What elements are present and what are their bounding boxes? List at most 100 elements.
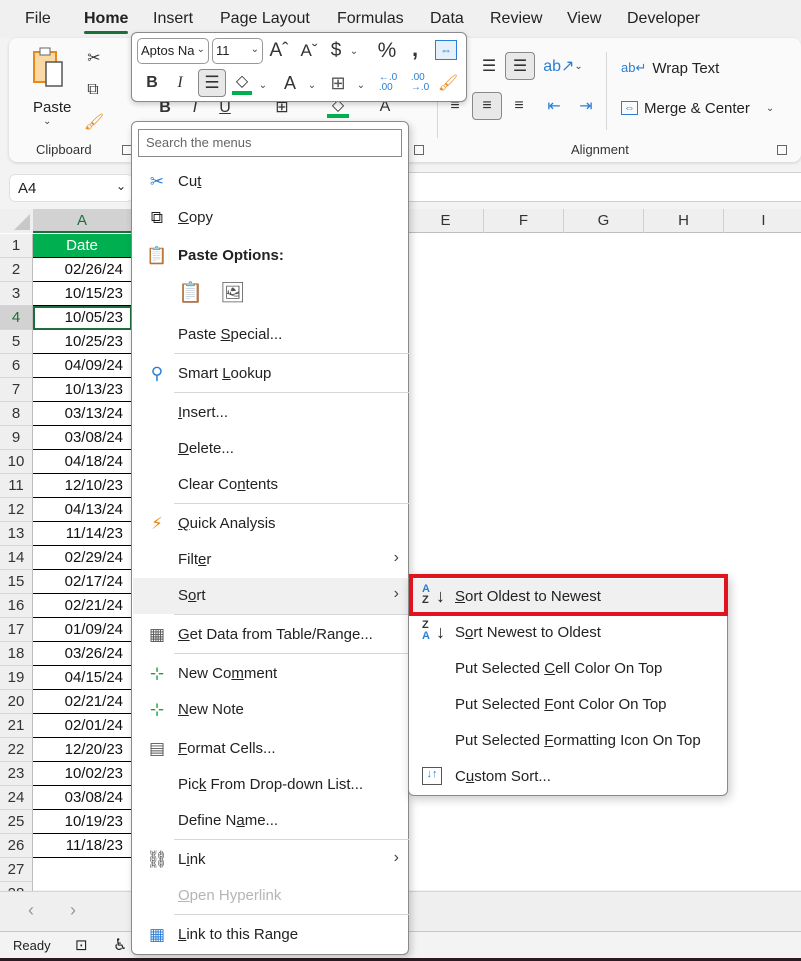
chevron-down-icon[interactable]: ⌄ <box>258 77 268 93</box>
date-cell[interactable]: 02/29/24 <box>33 546 132 570</box>
menu-item-new-note[interactable]: ⊹ New Note <box>133 692 409 728</box>
chevron-down-icon[interactable]: ⌄ <box>356 77 366 93</box>
submenu-item-cell-color[interactable]: Put Selected Cell Color On Top <box>410 651 728 687</box>
menu-item-pick-list[interactable]: Pick From Drop-down List... <box>133 767 409 803</box>
formula-bar[interactable] <box>408 172 801 202</box>
date-cell[interactable]: 11/14/23 <box>33 522 132 546</box>
row-header[interactable]: 16 <box>0 594 33 618</box>
paste-keep-formatting-icon[interactable]: 📋 <box>178 280 203 305</box>
date-cell[interactable]: 04/13/24 <box>33 498 132 522</box>
row-header[interactable]: 12 <box>0 498 33 522</box>
menu-item-define-name[interactable]: Define Name... <box>133 803 409 839</box>
paste-picture-icon[interactable]: 🖼 <box>220 280 245 305</box>
tab-page-layout[interactable]: Page Layout <box>220 10 310 28</box>
scroll-tabs-right-icon[interactable]: › <box>70 900 76 921</box>
alignment-dialog-launcher-icon[interactable] <box>777 145 787 155</box>
chevron-down-icon[interactable]: ⌄ <box>349 43 359 59</box>
row-header[interactable]: 3 <box>0 282 33 306</box>
copy-icon[interactable]: ⧉ <box>81 78 105 102</box>
row-header[interactable]: 13 <box>0 522 33 546</box>
align-bottom-icon[interactable]: ☰ <box>505 52 535 80</box>
row-header[interactable]: 23 <box>0 762 33 786</box>
scroll-tabs-left-icon[interactable]: ‹ <box>28 900 34 921</box>
italic-button[interactable]: I <box>172 71 188 95</box>
row-header[interactable]: 22 <box>0 738 33 762</box>
chevron-down-icon[interactable]: ⌄ <box>307 77 317 93</box>
font-size-select[interactable]: 11 ⌄ <box>212 38 263 64</box>
paste-button[interactable]: Paste ⌄ <box>31 46 71 127</box>
date-cell[interactable]: 12/10/23 <box>33 474 132 498</box>
submenu-item-newest-oldest[interactable]: Z A ↓ Sort Newest to Oldest <box>410 615 728 651</box>
font-dialog-launcher-icon[interactable] <box>414 145 424 155</box>
menu-item-paste-options[interactable]: 📋 Paste Options: <box>133 238 409 274</box>
merge-icon[interactable]: ⇔ <box>435 40 457 60</box>
date-cell[interactable]: 02/21/24 <box>33 594 132 618</box>
column-header-a[interactable]: A <box>33 209 132 233</box>
row-header[interactable]: 18 <box>0 642 33 666</box>
accessibility-icon[interactable]: ♿ <box>113 935 127 955</box>
increase-indent-icon[interactable]: ⇥ <box>574 94 598 118</box>
row-header[interactable]: 14 <box>0 546 33 570</box>
row-header[interactable]: 2 <box>0 258 33 282</box>
row-header[interactable]: 8 <box>0 402 33 426</box>
column-header-g[interactable]: G <box>564 209 644 233</box>
orientation-icon[interactable]: ab↗ ⌄ <box>543 54 583 78</box>
row-header[interactable]: 10 <box>0 450 33 474</box>
tab-home[interactable]: Home <box>84 10 129 34</box>
comma-style-icon[interactable]: , <box>408 36 422 61</box>
tab-developer[interactable]: Developer <box>627 10 700 28</box>
column-header-f[interactable]: F <box>484 209 564 233</box>
row-header[interactable]: 19 <box>0 666 33 690</box>
row-header[interactable]: 26 <box>0 834 33 858</box>
wrap-text-button[interactable]: ab↵ Wrap Text <box>621 56 719 80</box>
menu-item-new-comment[interactable]: ⊹ New Comment <box>133 656 409 692</box>
column-header-e[interactable]: E <box>408 209 484 233</box>
row-header[interactable]: 1 <box>0 234 33 258</box>
date-cell[interactable]: 01/09/24 <box>33 618 132 642</box>
tab-data[interactable]: Data <box>430 10 464 28</box>
format-painter-icon[interactable]: 🖌 <box>82 110 106 134</box>
menu-item-link[interactable]: ⛓ Link › <box>133 842 409 878</box>
menu-item-paste-special[interactable]: Paste Special... <box>133 317 409 353</box>
row-header[interactable]: 24 <box>0 786 33 810</box>
date-cell[interactable]: 02/01/24 <box>33 714 132 738</box>
submenu-item-oldest-newest[interactable]: A Z ↓ Sort Oldest to Newest <box>410 579 728 615</box>
submenu-item-font-color[interactable]: Put Selected Font Color On Top <box>410 687 728 723</box>
decrease-indent-icon[interactable]: ⇤ <box>542 94 566 118</box>
center-align-button[interactable]: ☰ <box>198 69 226 97</box>
date-cell[interactable]: 11/18/23 <box>33 834 132 858</box>
decrease-font-size-icon[interactable]: Aˇ <box>298 39 320 63</box>
row-header[interactable]: 15 <box>0 570 33 594</box>
menu-search-input[interactable]: Search the menus <box>138 129 402 157</box>
currency-icon[interactable]: $ <box>328 39 344 63</box>
borders-button[interactable]: ⊞ <box>328 71 348 95</box>
name-box[interactable]: A4 ⌄ <box>9 174 133 202</box>
header-cell-date[interactable]: Date <box>33 234 132 258</box>
menu-item-delete[interactable]: Delete... <box>133 431 409 467</box>
row-header[interactable]: 21 <box>0 714 33 738</box>
menu-item-sort[interactable]: Sort › <box>133 578 409 614</box>
date-cell[interactable]: 10/02/23 <box>33 762 132 786</box>
date-cell[interactable]: 12/20/23 <box>33 738 132 762</box>
merge-center-button[interactable]: ⇔ Merge & Center ⌄ <box>621 96 774 120</box>
align-middle-icon[interactable]: ☰ <box>477 54 501 78</box>
date-cell[interactable]: 10/15/23 <box>33 282 132 306</box>
submenu-item-formatting-icon[interactable]: Put Selected Formatting Icon On Top <box>410 723 728 759</box>
date-cell[interactable]: 02/21/24 <box>33 690 132 714</box>
fill-color-button[interactable]: ◇ <box>232 71 252 95</box>
date-cell[interactable]: 10/25/23 <box>33 330 132 354</box>
bold-button[interactable]: B <box>144 71 160 95</box>
date-cell[interactable]: 10/13/23 <box>33 378 132 402</box>
date-cell[interactable]: 10/19/23 <box>33 810 132 834</box>
menu-item-link-range[interactable]: ▦ Link to this Range <box>133 917 409 953</box>
row-header[interactable]: 17 <box>0 618 33 642</box>
percent-icon[interactable]: % <box>376 39 398 63</box>
tab-formulas[interactable]: Formulas <box>337 10 404 28</box>
menu-item-insert[interactable]: Insert... <box>133 395 409 431</box>
menu-item-get-data[interactable]: ▦ Get Data from Table/Range... <box>133 617 409 653</box>
row-header[interactable]: 4 <box>0 306 33 330</box>
menu-item-clear-contents[interactable]: Clear Contents <box>133 467 409 503</box>
tab-review[interactable]: Review <box>490 10 542 28</box>
column-header-i[interactable]: I <box>724 209 801 233</box>
date-cell[interactable]: 04/18/24 <box>33 450 132 474</box>
